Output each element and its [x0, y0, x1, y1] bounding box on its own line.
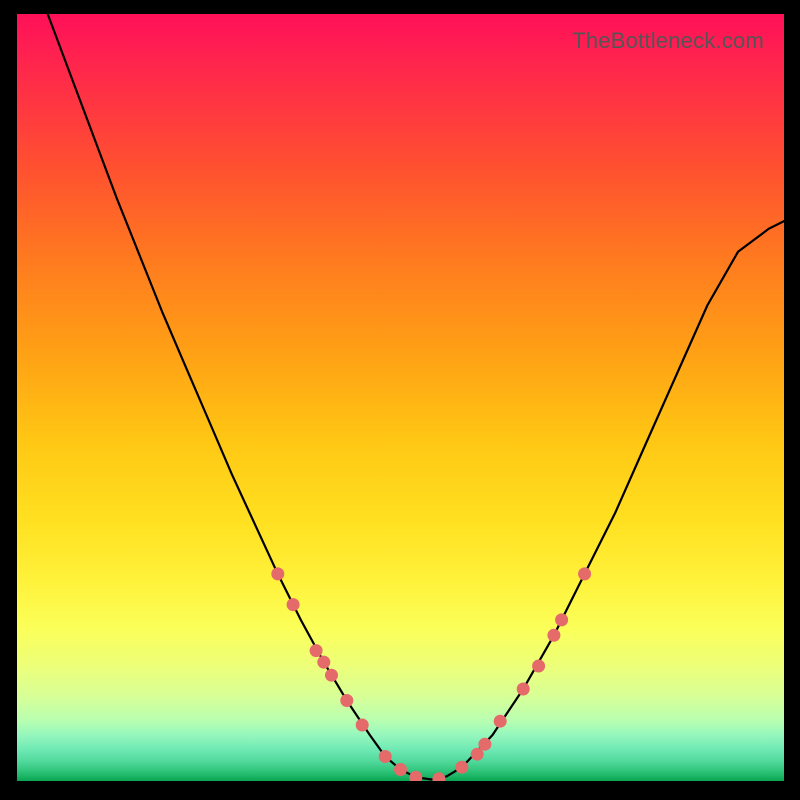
- curve-marker: [356, 719, 369, 732]
- curve-marker: [310, 644, 323, 657]
- curve-marker: [494, 715, 507, 728]
- curve-marker: [394, 763, 407, 776]
- curve-marker: [432, 772, 445, 781]
- curve-marker: [532, 660, 545, 673]
- curve-marker: [271, 567, 284, 580]
- curve-marker: [547, 629, 560, 642]
- curve-marker: [478, 738, 491, 751]
- chart-svg: [17, 14, 784, 781]
- curve-marker: [455, 761, 468, 774]
- curve-marker: [340, 694, 353, 707]
- chart-frame: TheBottleneck.com: [0, 0, 800, 800]
- curve-marker: [555, 613, 568, 626]
- curve-marker: [379, 750, 392, 763]
- curve-marker: [578, 567, 591, 580]
- curve-marker: [317, 656, 330, 669]
- curve-marker: [517, 683, 530, 696]
- curve-marker: [325, 669, 338, 682]
- curve-markers: [271, 567, 591, 781]
- chart-plot-area: TheBottleneck.com: [17, 14, 784, 781]
- bottleneck-curve: [48, 14, 784, 780]
- curve-marker: [409, 771, 422, 781]
- curve-marker: [287, 598, 300, 611]
